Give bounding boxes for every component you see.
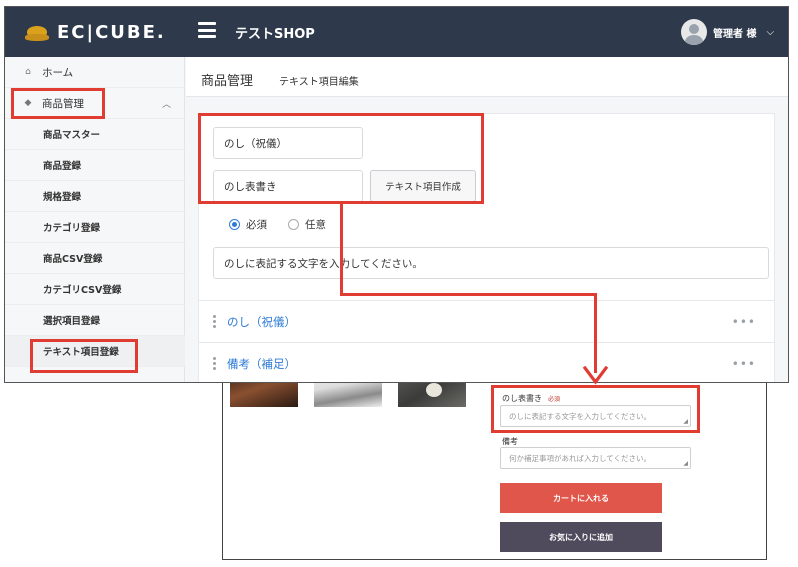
annotation-box-text-field-register: [30, 339, 138, 373]
user-menu[interactable]: 管理者 様 ⌵: [681, 19, 774, 45]
resize-grip-icon: ◢: [683, 460, 688, 467]
more-options-icon[interactable]: •••: [732, 315, 756, 329]
add-to-favorites-button[interactable]: お気に入りに追加: [500, 522, 662, 552]
list-item-link[interactable]: のし（祝儀）: [227, 314, 296, 330]
annotation-connector: [340, 293, 597, 296]
annotation-box-form: [198, 113, 484, 204]
admin-header: EC|CUBE. テストSHOP 管理者 様 ⌵: [5, 7, 788, 57]
sidebar-item-spec-register[interactable]: 規格登録: [5, 181, 185, 212]
sidebar-item-home[interactable]: ⌂ ホーム: [5, 57, 185, 88]
shop-name: テストSHOP: [235, 27, 315, 42]
radio-label: 必須: [246, 219, 267, 231]
annotation-box-products: [11, 88, 105, 119]
list-item-link[interactable]: 備考（補足）: [227, 356, 296, 372]
drag-handle-icon[interactable]: [213, 315, 221, 328]
annotation-arrow-icon: [583, 366, 608, 385]
notes-label: 備考: [502, 437, 518, 446]
sidebar-item-option-register[interactable]: 選択項目登録: [5, 305, 185, 336]
list-item: のし（祝儀） •••: [199, 300, 774, 342]
radio-optional[interactable]: 任意: [288, 217, 326, 232]
logo-text: EC|CUBE.: [57, 21, 166, 43]
cube-logo-icon: [25, 22, 49, 42]
annotation-connector: [594, 293, 597, 373]
page-title: 商品管理: [201, 74, 254, 89]
annotation-box-storefront-field: [491, 385, 700, 433]
sidebar-item-product-master[interactable]: 商品マスター: [5, 119, 185, 150]
sidebar-item-category-csv[interactable]: カテゴリCSV登録: [5, 274, 185, 305]
add-to-cart-button[interactable]: カートに入れる: [500, 483, 662, 513]
hamburger-menu-icon[interactable]: [198, 22, 216, 38]
user-name: 管理者 様: [713, 28, 757, 40]
sidebar-item-product-register[interactable]: 商品登録: [5, 150, 185, 181]
radio-required[interactable]: 必須: [229, 217, 267, 232]
home-icon: ⌂: [25, 67, 31, 77]
radio-label: 任意: [305, 219, 326, 231]
radio-unchecked-icon: [288, 219, 299, 230]
notes-textarea[interactable]: 何か補足事項があれば入力してください。 ◢: [500, 447, 691, 469]
annotation-connector: [340, 202, 343, 296]
placeholder-input[interactable]: のしに表記する文字を入力してください。: [213, 247, 769, 279]
eccube-logo[interactable]: EC|CUBE.: [25, 19, 166, 45]
radio-checked-icon: [229, 219, 240, 230]
page-subtitle: テキスト項目編集: [279, 77, 359, 88]
sidebar-item-label: ホーム: [42, 66, 74, 79]
chevron-up-icon: ︿: [161, 99, 171, 110]
sidebar-item-product-csv[interactable]: 商品CSV登録: [5, 243, 185, 274]
avatar: [681, 19, 707, 45]
drag-handle-icon[interactable]: [213, 357, 221, 370]
list-item: 備考（補足） •••: [199, 342, 774, 382]
sidebar-item-category-register[interactable]: カテゴリ登録: [5, 212, 185, 243]
more-options-icon[interactable]: •••: [732, 357, 756, 371]
chevron-down-icon: ⌵: [766, 26, 775, 38]
page-header: 商品管理 テキスト項目編集: [186, 57, 788, 97]
